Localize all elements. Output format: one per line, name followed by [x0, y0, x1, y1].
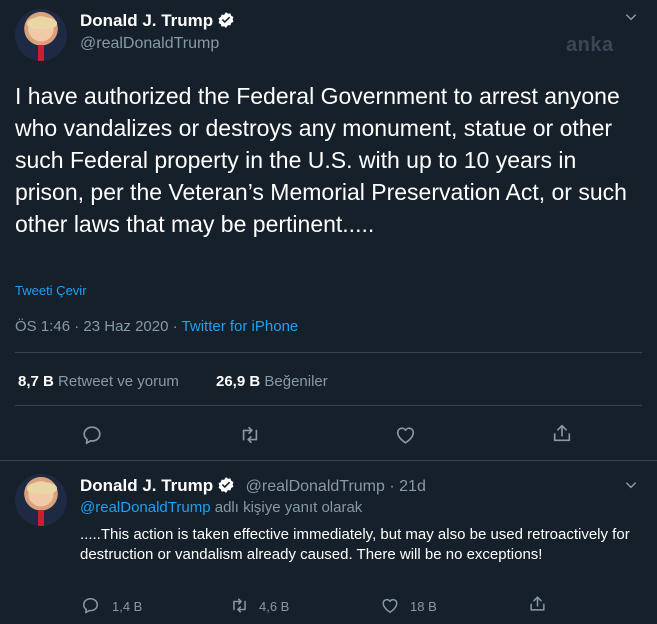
likes-count: 26,9 B: [216, 373, 261, 390]
chevron-down-icon[interactable]: [624, 478, 638, 495]
likes-stat[interactable]: 26,9 B Beğeniler: [216, 373, 328, 390]
author-name-row[interactable]: Donald J. Trump: [80, 11, 235, 31]
translate-tweet-link[interactable]: Tweeti Çevir: [15, 283, 87, 298]
divider: [15, 352, 642, 353]
share-icon[interactable]: [551, 422, 573, 444]
watermark-logo: anka: [566, 34, 614, 56]
reply-count: 1,4 B: [112, 599, 143, 614]
retweet-count: 4,6 B: [259, 599, 290, 614]
retweets-stat[interactable]: 8,7 B Retweet ve yorum: [18, 373, 179, 390]
tweet-text: I have authorized the Federal Government…: [15, 83, 627, 237]
verified-badge-icon: [217, 11, 235, 29]
reply-header: Donald J. Trump @realDonaldTrump · 21d: [80, 476, 426, 495]
chevron-down-icon[interactable]: [624, 10, 638, 27]
share-icon[interactable]: [528, 594, 547, 613]
retweets-count: 8,7 B: [18, 373, 54, 390]
reply-text: .....This action is taken effective imme…: [80, 526, 630, 563]
verified-badge-icon: [217, 476, 235, 494]
reply-icon[interactable]: [81, 596, 100, 615]
retweet-icon[interactable]: [238, 424, 262, 446]
replying-to-handle-link[interactable]: @realDonaldTrump: [80, 499, 211, 516]
replying-to: @realDonaldTrump adlı kişiye yanıt olara…: [80, 499, 362, 516]
tweet-date[interactable]: 23 Haz 2020: [83, 318, 168, 335]
heart-icon[interactable]: [380, 596, 400, 615]
tweet-time[interactable]: ÖS 1:46: [15, 318, 70, 335]
reply-time-ago[interactable]: 21d: [399, 478, 426, 495]
reply-icon[interactable]: [81, 424, 103, 446]
like-count: 18 B: [410, 599, 437, 614]
heart-icon[interactable]: [394, 424, 417, 446]
divider: [15, 405, 642, 406]
author-handle[interactable]: @realDonaldTrump: [80, 35, 219, 53]
tweet-meta: ÖS 1:46 · 23 Haz 2020 · Twitter for iPho…: [15, 318, 299, 335]
retweet-icon[interactable]: [229, 596, 250, 615]
retweets-label: Retweet ve yorum: [58, 373, 179, 390]
reply-author-name[interactable]: Donald J. Trump: [80, 476, 213, 495]
tweet-source-link[interactable]: Twitter for iPhone: [182, 318, 299, 335]
likes-label: Beğeniler: [264, 373, 328, 390]
replying-to-label: adlı kişiye yanıt olarak: [214, 499, 363, 516]
reply-author-handle[interactable]: @realDonaldTrump: [246, 478, 385, 495]
divider: [0, 460, 657, 461]
reply-author-avatar[interactable]: [15, 474, 67, 526]
author-avatar[interactable]: [15, 9, 67, 61]
author-name[interactable]: Donald J. Trump: [80, 11, 213, 30]
